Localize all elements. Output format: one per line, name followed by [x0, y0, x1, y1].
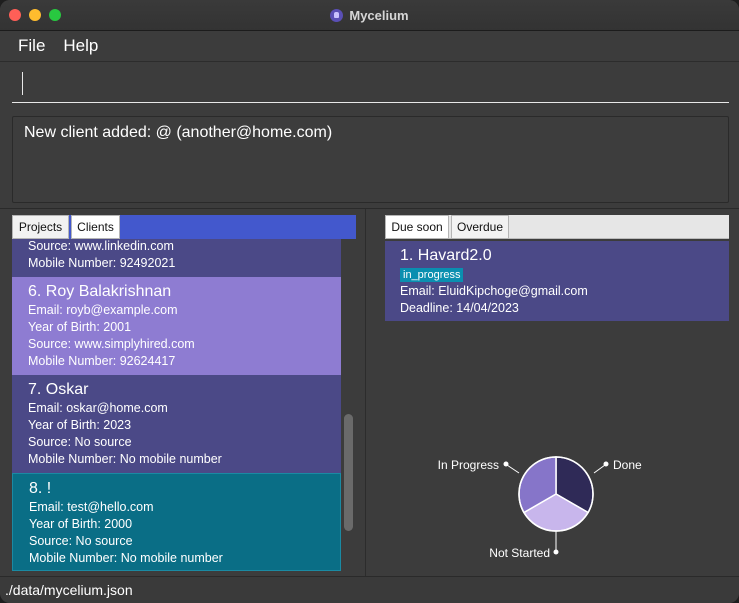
result-display: New client added: @ (another@home.com)	[12, 116, 729, 203]
client-mobile: Mobile Number: 92624417	[28, 354, 176, 368]
client-source: Source: www.linkedin.com	[28, 239, 174, 253]
client-list-scroll-thumb[interactable]	[344, 414, 353, 531]
client-year-of-birth: Year of Birth: 2023	[28, 418, 132, 432]
mushroom-icon	[330, 9, 344, 22]
client-source: Source: No source	[28, 435, 132, 449]
data-file-path: ./data/mycelium.json	[5, 582, 133, 598]
client-card-5[interactable]: Source: www.linkedin.com Mobile Number: …	[12, 239, 341, 277]
command-box	[0, 62, 739, 108]
client-year-of-birth: Year of Birth: 2001	[28, 320, 132, 334]
client-email: Email: test@hello.com	[29, 500, 154, 514]
client-mobile: Mobile Number: No mobile number	[28, 452, 222, 466]
client-mobile: Mobile Number: 92492021	[28, 256, 176, 270]
window-title-group: Mycelium	[0, 0, 739, 31]
client-name: 8. !	[29, 480, 52, 497]
pie-callout-not-started: Not Started	[489, 531, 559, 560]
text-caret	[22, 72, 23, 95]
pie-label-not-started: Not Started	[489, 546, 550, 560]
title-bar: Mycelium	[0, 0, 739, 31]
progress-pie-chart: Done In Progress Not Started	[438, 456, 642, 560]
client-name: 6. Roy Balakrishnan	[28, 283, 172, 300]
pie-slices	[518, 456, 594, 532]
client-source: Source: www.simplyhired.com	[28, 337, 195, 351]
client-card-6[interactable]: 6. Roy Balakrishnan Email: royb@example.…	[12, 277, 341, 375]
window-title: Mycelium	[349, 8, 409, 23]
pie-callout-done: Done	[593, 458, 642, 474]
client-card-7[interactable]: 7. Oskar Email: oskar@home.com Year of B…	[12, 375, 341, 473]
client-source: Source: No source	[29, 534, 133, 548]
app-window: Mycelium File Help New client added: @ (…	[0, 0, 739, 603]
tab-clients[interactable]: Clients	[71, 215, 120, 239]
entity-list-pane: Projects Clients Source: www.linkedin.co…	[0, 209, 366, 576]
client-email: Email: royb@example.com	[28, 303, 178, 317]
menu-file[interactable]: File	[18, 36, 45, 56]
client-mobile: Mobile Number: No mobile number	[29, 551, 223, 565]
entity-tab-bar: Projects Clients	[12, 215, 356, 239]
client-year-of-birth: Year of Birth: 2000	[29, 517, 133, 531]
client-card-8[interactable]: 8. ! Email: test@hello.com Year of Birth…	[12, 473, 341, 571]
pie-label-done: Done	[613, 458, 642, 472]
pie-label-in-progress: In Progress	[438, 458, 499, 472]
client-list[interactable]: Source: www.linkedin.com Mobile Number: …	[12, 239, 342, 571]
client-name: 7. Oskar	[28, 381, 89, 398]
client-email: Email: oskar@home.com	[28, 401, 168, 415]
statistics-pane: Due soon Overdue 1. Havard2.0 in_progres…	[367, 209, 739, 576]
status-bar: ./data/mycelium.json	[0, 576, 739, 603]
menu-bar: File Help	[0, 31, 739, 62]
command-input[interactable]	[12, 70, 729, 103]
pie-callout-in-progress: In Progress	[438, 458, 520, 474]
tab-projects[interactable]: Projects	[12, 215, 69, 239]
result-message: New client added: @ (another@home.com)	[24, 124, 333, 141]
menu-help[interactable]: Help	[63, 36, 98, 56]
